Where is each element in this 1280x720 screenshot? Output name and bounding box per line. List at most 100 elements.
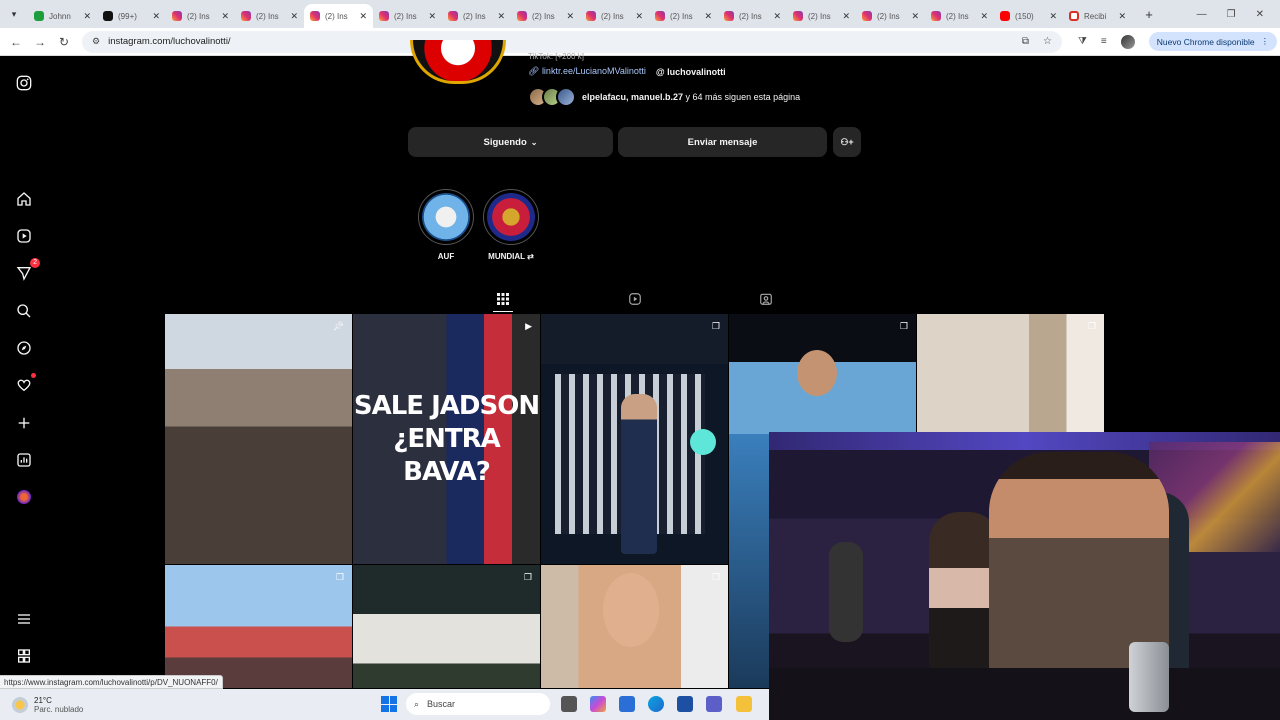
highlight-auf[interactable]: AUF (418, 189, 474, 261)
tab-search-button[interactable]: ▾ (0, 0, 28, 28)
weather-widget[interactable]: 21°C Parc. nublado (12, 696, 83, 714)
ig-favicon-icon (310, 11, 320, 21)
browser-tab[interactable]: (2) Ins ✕ (649, 4, 718, 28)
teams-icon[interactable] (706, 696, 722, 712)
browser-tab[interactable]: (2) Ins ✕ (442, 4, 511, 28)
bookmark-star-icon[interactable]: ☆ (1043, 36, 1052, 47)
reload-icon[interactable]: ↻ (52, 35, 76, 49)
close-tab-icon[interactable]: ✕ (359, 11, 367, 22)
followed-by[interactable]: elpelafacu, manuel.b.27 y 64 más siguen … (528, 87, 800, 107)
site-info-icon[interactable]: ⚙ (92, 36, 100, 47)
reels-icon[interactable] (14, 226, 34, 246)
browser-tab[interactable]: (150) ✕ (994, 4, 1063, 28)
weather-text: Parc. nublado (34, 704, 84, 714)
browser-tab[interactable]: (2) Ins ✕ (580, 4, 649, 28)
tab-posts[interactable] (493, 286, 513, 312)
browser-tab[interactable]: (2) Ins ✕ (787, 4, 856, 28)
post-thumbnail[interactable]: ❐ (353, 565, 540, 688)
highlight-mundial[interactable]: MUNDIAL ⇄ (483, 189, 539, 261)
tt-favicon-icon (103, 11, 113, 21)
browser-tab[interactable]: (2) Ins ✕ (373, 4, 442, 28)
windows-start-icon[interactable] (381, 696, 397, 712)
file-explorer-icon[interactable] (736, 696, 752, 712)
tab-label: (2) Ins (946, 11, 969, 21)
close-tab-icon[interactable]: ✕ (842, 11, 850, 22)
close-tab-icon[interactable]: ✕ (566, 11, 574, 22)
suggested-users-button[interactable]: ⚇+ (833, 127, 861, 157)
threads-link[interactable]: @ luchovalinotti (656, 67, 726, 77)
ig-favicon-icon (379, 11, 389, 21)
taskbar-search[interactable]: ⌕ Buscar (406, 693, 550, 715)
address-bar[interactable]: ⚙ instagram.com/luchovalinotti/ ⧉ ☆ (82, 30, 1062, 53)
browser-tab[interactable]: Recibi ✕ (1063, 4, 1132, 28)
post-thumbnail[interactable]: ❐ (541, 314, 728, 564)
media-controls-icon[interactable]: ≡ (1101, 36, 1107, 47)
close-tab-icon[interactable]: ✕ (980, 11, 988, 22)
explore-icon[interactable] (14, 338, 34, 358)
instagram-logo-icon[interactable] (14, 73, 34, 93)
store-icon[interactable] (677, 696, 693, 712)
close-tab-icon[interactable]: ✕ (290, 11, 298, 22)
profile-avatar[interactable] (1120, 34, 1135, 49)
tab-tagged[interactable] (756, 286, 776, 312)
browser-tab[interactable]: (2) Ins ✕ (856, 4, 925, 28)
update-label: Nuevo Chrome disponible (1156, 36, 1255, 47)
close-tab-icon[interactable]: ✕ (635, 11, 643, 22)
close-tab-icon[interactable]: ✕ (1118, 11, 1126, 22)
new-tab-button[interactable]: + (1138, 7, 1160, 22)
close-tab-icon[interactable]: ✕ (83, 11, 91, 22)
messages-icon[interactable]: 2 (14, 258, 40, 283)
post-thumbnail[interactable]: ❐ (917, 314, 1104, 434)
post-thumbnail[interactable]: ▶ SALE JADSON ¿ENTRA BAVA? (353, 314, 540, 564)
post-thumbnail[interactable]: ❐ (729, 314, 916, 434)
close-tab-icon[interactable]: ✕ (221, 11, 229, 22)
extensions-icon[interactable]: ⧩ (1078, 36, 1087, 47)
close-window-icon[interactable]: ✕ (1256, 9, 1264, 20)
post-thumbnail[interactable]: ❐ (541, 565, 728, 688)
send-message-button[interactable]: Enviar mensaje (618, 127, 827, 157)
browser-tab[interactable]: (2) Ins ✕ (718, 4, 787, 28)
chrome-update-button[interactable]: Nuevo Chrome disponible ⋮ (1148, 32, 1278, 51)
browser-tab[interactable]: Johnn ✕ (28, 4, 97, 28)
browser-tab[interactable]: (2) Ins ✕ (235, 4, 304, 28)
create-icon[interactable] (14, 413, 34, 433)
home-icon[interactable] (14, 189, 34, 209)
close-tab-icon[interactable]: ✕ (773, 11, 781, 22)
post-thumbnail[interactable]: ❐ (165, 565, 352, 688)
post-thumbnail[interactable] (729, 434, 769, 688)
search-icon[interactable] (14, 301, 34, 321)
edge-icon[interactable] (648, 696, 664, 712)
close-tab-icon[interactable]: ✕ (911, 11, 919, 22)
profile-picture[interactable] (410, 40, 506, 84)
close-tab-icon[interactable]: ✕ (428, 11, 436, 22)
back-icon[interactable]: ← (4, 35, 28, 49)
post-thumbnail[interactable]: 📌︎ (165, 314, 352, 564)
restore-icon[interactable]: ❐ (1227, 9, 1236, 20)
also-from-meta-icon[interactable] (14, 646, 34, 666)
close-tab-icon[interactable]: ✕ (497, 11, 505, 22)
profile-avatar-icon[interactable] (14, 487, 34, 507)
dashboard-icon[interactable] (14, 450, 34, 470)
close-tab-icon[interactable]: ✕ (1049, 11, 1057, 22)
install-app-icon[interactable]: ⧉ (1022, 36, 1029, 47)
tab-reels[interactable] (625, 286, 645, 312)
close-tab-icon[interactable]: ✕ (152, 11, 160, 22)
browser-tab[interactable]: (99+) ✕ (97, 4, 166, 28)
outlook-icon[interactable] (619, 696, 635, 712)
forward-icon[interactable]: → (28, 35, 52, 49)
tab-label: (2) Ins (394, 11, 417, 21)
browser-tab[interactable]: (2) Ins ✕ (304, 4, 373, 28)
browser-tab[interactable]: (2) Ins ✕ (925, 4, 994, 28)
following-button[interactable]: Siguendo ⌄ (408, 127, 613, 157)
external-link[interactable]: 🔗︎ linktr.ee/LucianoMValinotti (528, 66, 646, 77)
copilot-icon[interactable] (590, 696, 606, 712)
notifications-heart-icon[interactable] (14, 373, 36, 395)
browser-tab[interactable]: (2) Ins ✕ (511, 4, 580, 28)
ig-favicon-icon (931, 11, 941, 21)
bio-line: TikTok: [+200 k] (528, 52, 584, 61)
minimize-icon[interactable]: — (1197, 9, 1207, 20)
browser-tab[interactable]: (2) Ins ✕ (166, 4, 235, 28)
more-menu-icon[interactable] (14, 609, 34, 629)
close-tab-icon[interactable]: ✕ (704, 11, 712, 22)
task-view-icon[interactable] (561, 696, 577, 712)
